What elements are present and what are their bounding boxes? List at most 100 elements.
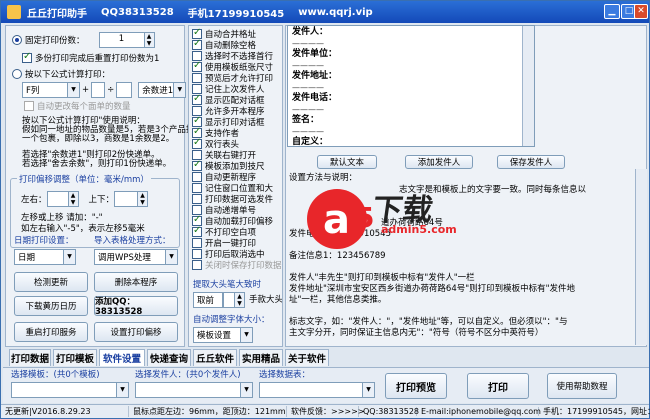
print-preview-button[interactable]: 打印预览 (385, 373, 447, 399)
formula-column-select[interactable]: F列 ▼ (22, 82, 80, 98)
import-group-title: 导入表格处理方式： (94, 236, 171, 246)
multi-copy-checkbox[interactable] (22, 51, 32, 63)
fixed-copies-radio[interactable] (12, 35, 22, 45)
app-title: 丘丘打印助手 (27, 8, 87, 20)
print-button[interactable]: 打印 (467, 373, 529, 399)
ud-input[interactable] (114, 191, 139, 207)
formula-row: 按以下公式计算打印： (12, 68, 110, 80)
fixed-copies-value[interactable]: 1 (98, 32, 145, 48)
status-feedback[interactable]: 软件反馈：>>>>> (287, 406, 365, 417)
fixed-copies-stepper[interactable]: 1 ▲ ▼ (98, 32, 155, 48)
preview-separator: ———— (292, 39, 324, 48)
tab-2[interactable]: 软件设置 (99, 349, 145, 366)
lr-input[interactable] (46, 191, 69, 207)
multi-copy-row: 多份打印完成后重置打印份数为1 (22, 51, 160, 64)
divide-sign: ÷ (107, 85, 115, 95)
plus-sign: + (82, 85, 90, 95)
title-site: www.qqrj.vip (298, 6, 373, 18)
tab-6[interactable]: 关于软件 (285, 349, 329, 366)
save-sender-button[interactable]: 保存发件人 (497, 155, 565, 169)
fixed-copies-row: 固定打印份数： 1 ▲ ▼ (12, 32, 155, 48)
tab-4[interactable]: 丘丘软件 (193, 349, 237, 366)
set-print-offset-button[interactable]: 设置打印偏移 (94, 322, 178, 342)
help-line: 发件人"丰先生"则打印到模板中标有"发件人"一栏 (289, 273, 475, 283)
stepper-arrows-icon[interactable]: ▲ ▼ (144, 32, 155, 48)
preview-line: 签名： (292, 115, 320, 125)
chevron-down-icon: ▼ (63, 250, 75, 264)
restart-print-service-button[interactable]: 重启打印服务 (14, 322, 88, 342)
preview-line: 自定义： (292, 137, 329, 147)
option-checkbox[interactable] (192, 93, 202, 105)
formula-add-input[interactable] (91, 82, 106, 98)
chevron-down-icon: ▼ (116, 383, 128, 397)
preview-line: 发件电话： (292, 93, 338, 103)
font-size-select[interactable]: 模板设置 ▼ (193, 327, 253, 343)
auto-change-checkbox[interactable] (24, 101, 34, 111)
fixed-copies-label: 固定打印份数： (25, 36, 85, 46)
status-phone: 手机：17199910545，网址： (543, 407, 650, 416)
close-icon[interactable]: ✕ (634, 4, 648, 19)
option-checkbox[interactable] (192, 249, 202, 259)
lr-row: 左右： ▲ ▼ 上下： ▲ ▼ (21, 191, 149, 207)
default-text-button[interactable]: 默认文本 (317, 155, 377, 169)
add-qq-button[interactable]: 添加QQ：38313528 (94, 296, 178, 317)
download-calendar-button[interactable]: 下载黄历日历 (14, 296, 88, 316)
option-checkbox[interactable] (192, 194, 202, 204)
extract-select[interactable]: 取前 (193, 292, 223, 308)
extract-stepper[interactable]: ▲ ▼ (223, 292, 245, 308)
title-phone: 手机17199910545 (187, 8, 285, 20)
import-select[interactable]: 调用WPS处理 ▼ (94, 249, 178, 265)
option-checkbox[interactable] (192, 238, 202, 248)
lr-stepper[interactable]: ▲ ▼ (46, 191, 79, 207)
tab-5[interactable]: 实用精品 (239, 349, 283, 366)
formula-remainder-select[interactable]: 余数进1 ▼ (138, 82, 187, 98)
option-checkbox[interactable] (192, 73, 202, 83)
help-scrollbar[interactable] (635, 169, 647, 345)
preview-line: 发件人： (292, 27, 329, 37)
formula-div-input[interactable] (116, 82, 133, 98)
tab-1[interactable]: 打印模板 (53, 349, 97, 366)
option-checkbox[interactable] (192, 137, 202, 149)
sender-label: 选择发件人：(共0个发件人) (135, 370, 241, 380)
status-version: 无更新|V2016.8.29.23 (1, 406, 129, 417)
app-icon (7, 5, 21, 19)
extract-group-title: 提取大头笔大致时 (193, 280, 262, 290)
delete-program-button[interactable]: 删除本程序 (94, 272, 178, 292)
option-checkbox[interactable] (192, 159, 202, 171)
offset-group-title: 打印偏移调整（单位：毫米/mm） (17, 173, 151, 185)
sender-preview[interactable]: 发件人： ———— 发件单位： ———— 发件地址： ———— 发件电话： ———— 签名： ——… (287, 25, 535, 147)
preview-scrollbar[interactable] (522, 26, 534, 146)
help-tutorial-button[interactable]: 使用帮助数程 (547, 373, 617, 399)
formula-radio[interactable] (12, 69, 22, 79)
tab-3[interactable]: 快递查询 (147, 349, 191, 366)
chevron-down-icon: ▼ (240, 328, 252, 342)
multi-copy-label: 多份打印完成后重置打印份数为1 (35, 54, 160, 64)
option-checkbox[interactable] (192, 172, 202, 182)
option-checkbox[interactable] (192, 260, 202, 270)
formula-note-6: 若选择"舍去余数"，则打印1份快递单。 (22, 159, 172, 169)
extract-button[interactable]: 手款大头笔 (249, 295, 282, 306)
preview-separator: ———— (292, 61, 324, 70)
check-update-button[interactable]: 检测更新 (14, 272, 88, 292)
status-qq: QQ:38313528 (359, 407, 419, 416)
preview-separator: ———— (292, 105, 324, 114)
option-row[interactable]: 关闭时保存打印数据 (192, 259, 282, 271)
option-checkbox[interactable] (192, 60, 202, 72)
stepper-arrows-icon[interactable]: ▲ ▼ (68, 191, 79, 207)
tab-0[interactable]: 打印数据 (9, 349, 51, 366)
date-select[interactable]: 日期 ▼ (14, 249, 76, 265)
option-checkbox[interactable] (192, 38, 202, 50)
svg-text:a: a (323, 197, 350, 243)
stepper-arrows-icon[interactable]: ▲ ▼ (138, 191, 149, 207)
add-sender-button[interactable]: 添加发件人 (405, 155, 473, 169)
sender-select[interactable]: ▼ (135, 382, 253, 398)
template-select[interactable]: ▼ (11, 382, 129, 398)
option-checkbox[interactable] (192, 225, 202, 237)
data-table-select[interactable]: ▼ (259, 382, 375, 398)
minimize-icon[interactable]: ▁ (604, 4, 620, 19)
option-checkbox[interactable] (192, 183, 202, 193)
ud-stepper[interactable]: ▲ ▼ (114, 191, 149, 207)
data-table-label: 选择数据表： (259, 370, 311, 380)
preview-text: 发件人： ———— 发件单位： ———— 发件地址： ———— 发件电话： ———— 签名： ——… (288, 26, 534, 149)
help-line: 址"一栏，其他信息类推。 (289, 295, 387, 305)
